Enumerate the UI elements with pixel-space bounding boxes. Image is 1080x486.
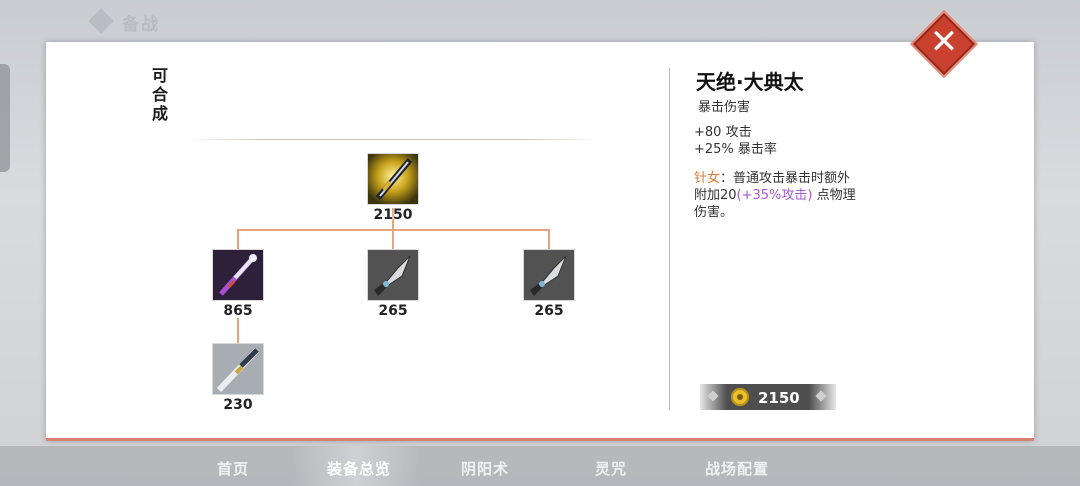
tree-node-child[interactable]: 865 bbox=[212, 249, 264, 319]
purple-sword-icon bbox=[212, 249, 264, 301]
side-drawer-handle[interactable] bbox=[0, 64, 10, 172]
short-sword-icon bbox=[212, 343, 264, 395]
passive-separator: ： bbox=[720, 171, 734, 186]
panel-divider bbox=[669, 68, 670, 410]
item-tag: 暴击伤害 bbox=[698, 100, 751, 115]
coin-icon bbox=[731, 388, 749, 406]
item-price: 265 bbox=[378, 303, 408, 319]
tree-node-child[interactable]: 265 bbox=[523, 249, 575, 319]
tree-line bbox=[237, 229, 239, 249]
tab-equipment-overview[interactable]: 装备总览 bbox=[327, 458, 391, 479]
golden-katana-icon bbox=[367, 153, 419, 205]
item-stat: +25% 暴击率 bbox=[694, 142, 777, 157]
tab-curses[interactable]: 灵咒 bbox=[595, 458, 627, 479]
tree-node-root[interactable]: 2150 bbox=[367, 153, 419, 223]
tree-node-child[interactable]: 265 bbox=[367, 249, 419, 319]
dagger-icon bbox=[523, 249, 575, 301]
tab-home[interactable]: 首页 bbox=[217, 458, 249, 479]
passive-scaling: (+35%攻击) bbox=[736, 188, 813, 203]
item-name: 天绝·大典太 bbox=[696, 70, 804, 94]
tab-battle-config[interactable]: 战场配置 bbox=[705, 458, 769, 479]
background-title: 备战 bbox=[122, 15, 160, 35]
tab-onmyoji-spells[interactable]: 阴阳术 bbox=[461, 458, 509, 479]
item-price: 865 bbox=[223, 303, 253, 319]
item-total-price: 2150 bbox=[758, 389, 800, 407]
item-price: 230 bbox=[223, 397, 253, 413]
tree-line bbox=[392, 229, 394, 249]
item-price: 2150 bbox=[373, 207, 413, 223]
item-price: 265 bbox=[534, 303, 564, 319]
item-detail-modal bbox=[46, 42, 1034, 441]
tree-divider bbox=[186, 139, 600, 140]
passive-name: 针女 bbox=[694, 171, 721, 186]
tree-line bbox=[548, 229, 550, 249]
tree-line bbox=[237, 318, 239, 344]
dagger-icon bbox=[367, 249, 419, 301]
tree-node-grandchild[interactable]: 230 bbox=[212, 343, 264, 413]
app-logo-icon bbox=[88, 8, 114, 34]
composable-label: 可合成 bbox=[151, 66, 168, 123]
passive-description: 针女：普通攻击暴击时额外附加20(+35%攻击) 点物理伤害。 bbox=[694, 170, 858, 221]
bottom-tab-bar bbox=[0, 446, 1080, 486]
